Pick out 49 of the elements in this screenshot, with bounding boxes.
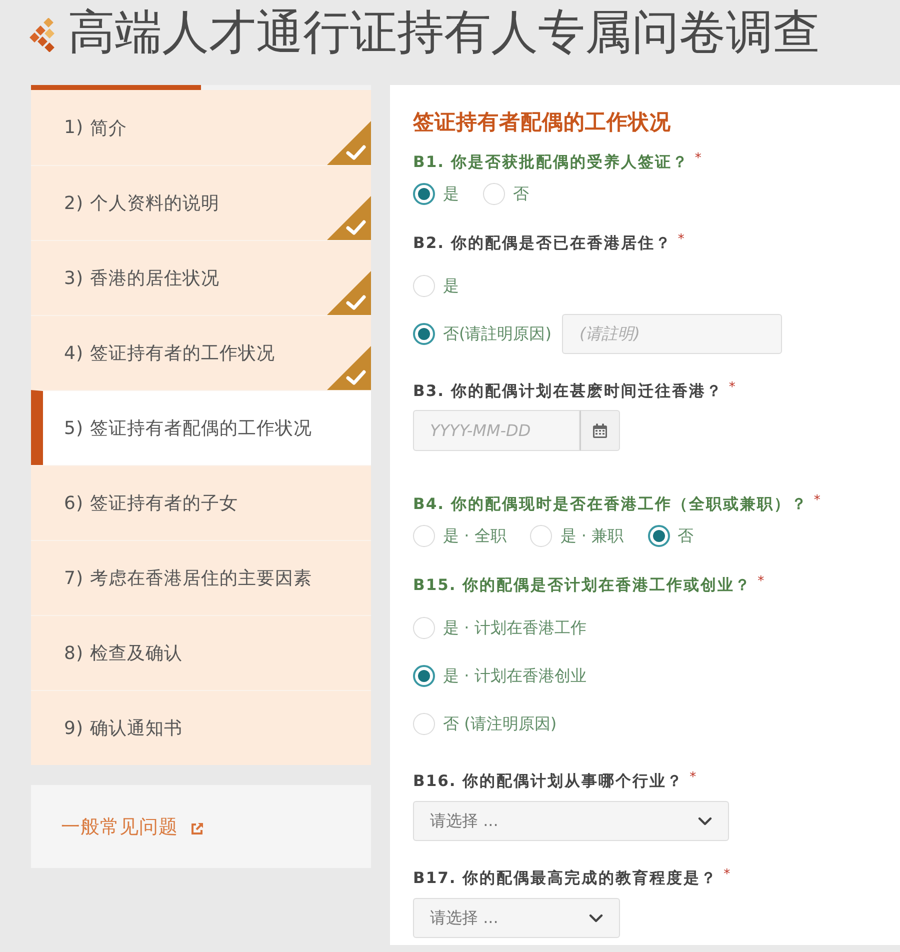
required-mark: * bbox=[690, 770, 696, 786]
step-link[interactable]: 7) 考虑在香港居住的主要因素 bbox=[31, 540, 371, 615]
option-label[interactable]: 是 bbox=[443, 184, 459, 204]
step-link[interactable]: 5) 签证持有者配偶的工作状况 bbox=[31, 390, 371, 465]
radio-button[interactable] bbox=[413, 183, 435, 205]
chevron-down-icon bbox=[589, 914, 603, 922]
select-field[interactable]: 请选择 ... bbox=[413, 801, 729, 841]
step-link[interactable]: 9) 确认通知书 bbox=[31, 690, 371, 765]
step-link[interactable]: 1) 简介 bbox=[31, 90, 371, 165]
question-label: B16. 你的配偶计划从事哪个行业？ bbox=[413, 771, 684, 792]
required-mark: * bbox=[814, 493, 820, 509]
section-heading: 签证持有者配偶的工作状况 bbox=[413, 109, 672, 135]
date-field[interactable]: YYYY-MM-DD bbox=[413, 410, 580, 451]
option-label[interactable]: 否 bbox=[513, 184, 529, 204]
required-mark: * bbox=[758, 574, 764, 590]
question-label: B15. 你的配偶是否计划在香港工作或创业？ bbox=[413, 575, 752, 596]
option-label[interactable]: 否 bbox=[678, 526, 694, 546]
radio-button[interactable] bbox=[413, 323, 435, 345]
select-field[interactable]: 请选择 ... bbox=[413, 898, 620, 938]
question-label: B3. 你的配偶计划在甚麽时间迁往香港？ bbox=[413, 381, 723, 402]
external-link-icon bbox=[190, 822, 204, 836]
step-link[interactable]: 2) 个人资料的说明 bbox=[31, 165, 371, 240]
calendar-button[interactable] bbox=[580, 410, 620, 451]
required-mark: * bbox=[724, 867, 730, 883]
radio-button[interactable] bbox=[413, 665, 435, 687]
option-label[interactable]: 是 · 全职 bbox=[443, 526, 506, 546]
page-title: 高端人才通行证持有人专属问卷调查 bbox=[68, 6, 820, 60]
faq-link[interactable]: 一般常见问题 bbox=[61, 814, 178, 840]
text-field[interactable]: (请註明) bbox=[562, 314, 782, 354]
option-label[interactable]: 否 (请注明原因) bbox=[443, 714, 557, 734]
option-label[interactable]: 是 · 计划在香港创业 bbox=[443, 666, 586, 686]
required-mark: * bbox=[694, 151, 702, 167]
radio-button[interactable] bbox=[648, 525, 670, 547]
option-label[interactable]: 是 bbox=[443, 276, 459, 296]
question-label: B4. 你的配偶现时是否在香港工作（全职或兼职）？ bbox=[413, 494, 808, 515]
question-label: B1. 你是否获批配偶的受养人签证？ bbox=[413, 152, 689, 173]
step-link[interactable]: 8) 检查及确认 bbox=[31, 615, 371, 690]
calendar-icon bbox=[592, 422, 608, 438]
question-label: B17. 你的配偶最高完成的教育程度是？ bbox=[413, 868, 718, 889]
required-mark: * bbox=[678, 232, 684, 248]
chevron-down-icon bbox=[698, 816, 712, 826]
option-label[interactable]: 是 · 计划在香港工作 bbox=[443, 618, 586, 638]
required-mark: * bbox=[728, 380, 736, 396]
step-link[interactable]: 3) 香港的居住状况 bbox=[31, 240, 371, 315]
option-label[interactable]: 是 · 兼职 bbox=[560, 526, 624, 546]
logo-icon bbox=[29, 18, 57, 52]
option-label[interactable]: 否(请註明原因) bbox=[443, 324, 552, 344]
question-label: B2. 你的配偶是否已在香港居住？ bbox=[413, 233, 672, 254]
step-link[interactable]: 6) 签证持有者的子女 bbox=[31, 465, 371, 540]
